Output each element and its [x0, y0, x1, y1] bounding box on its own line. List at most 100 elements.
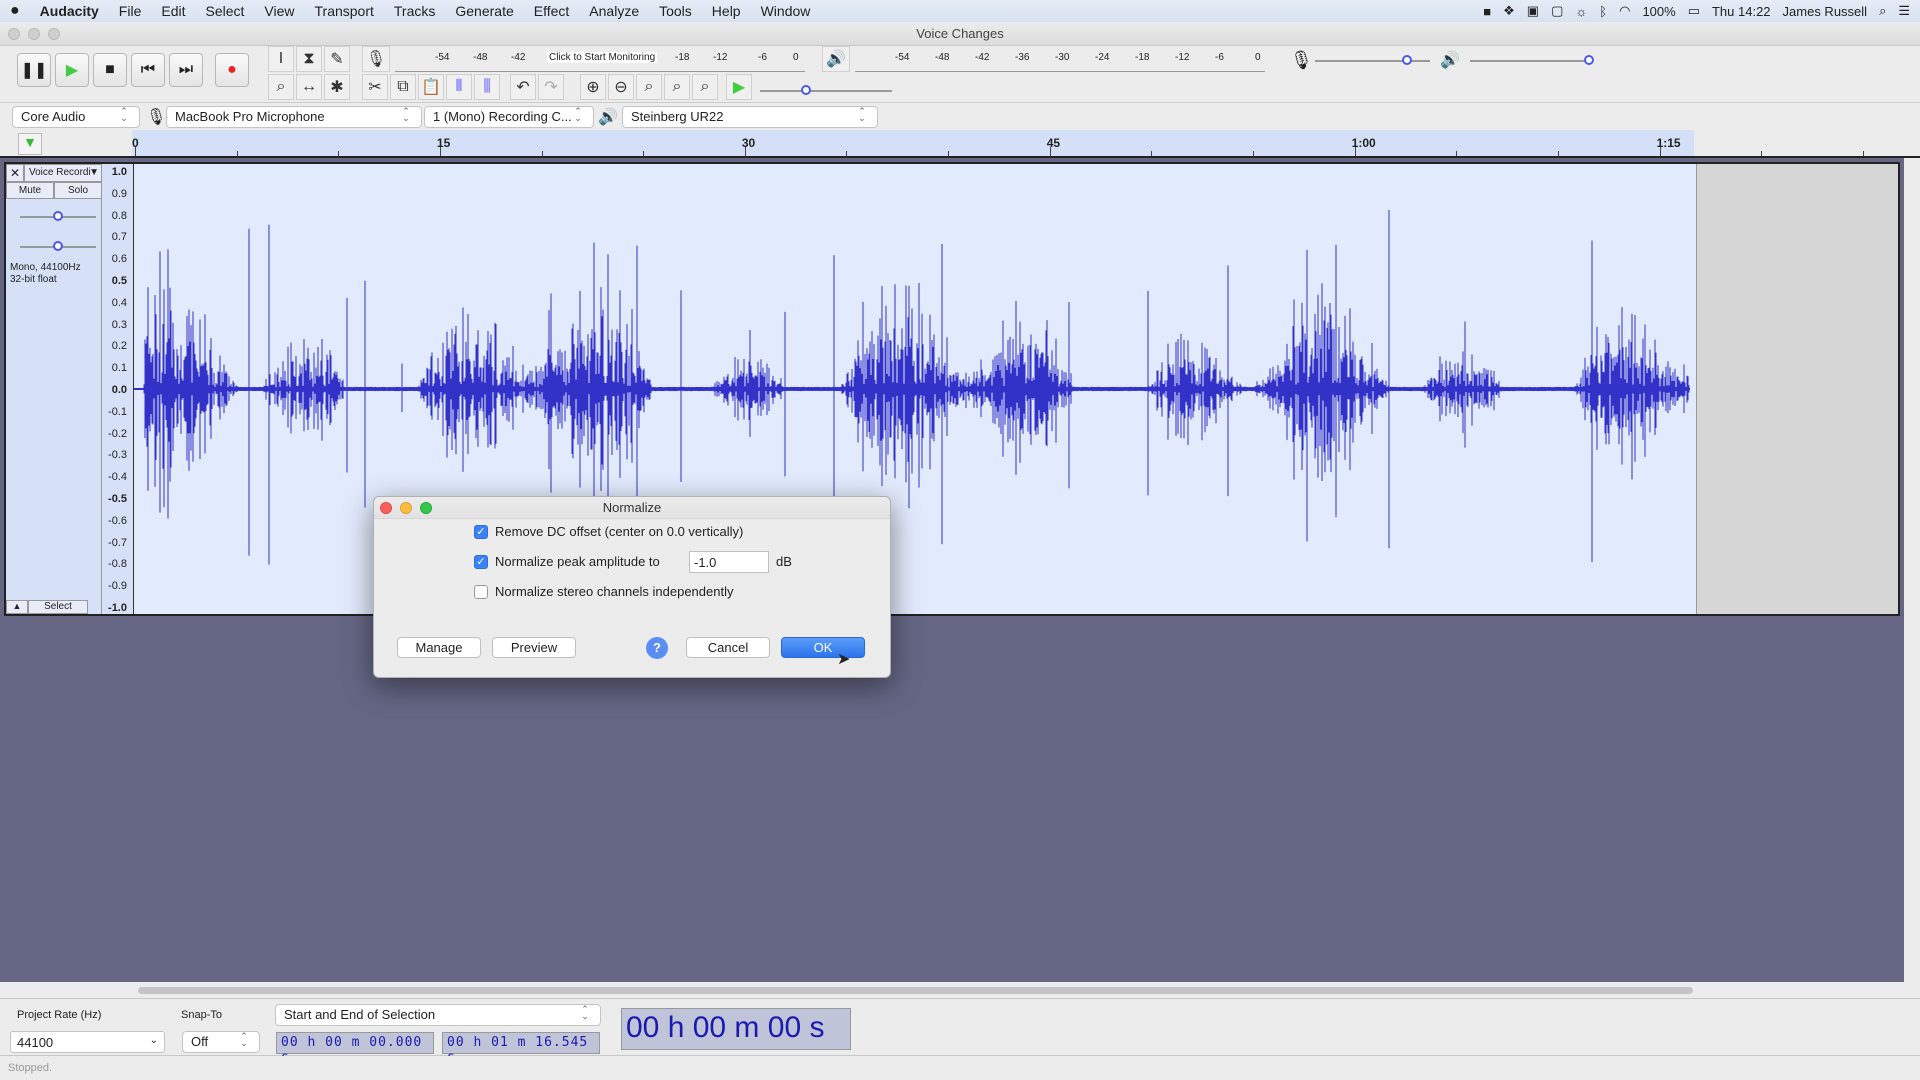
copy-button[interactable]: ⧉	[390, 74, 416, 100]
select-track-button[interactable]: Select	[28, 600, 88, 614]
menu-tracks[interactable]: Tracks	[384, 3, 445, 19]
audio-position-time[interactable]: 00 h 00 m 00 s	[621, 1008, 851, 1050]
skip-start-button[interactable]: ⏮	[131, 53, 165, 87]
zoom-toggle-button[interactable]: ⌕	[692, 74, 718, 100]
remove-dc-offset-label[interactable]: Remove DC offset (center on 0.0 vertical…	[495, 524, 743, 539]
menu-help[interactable]: Help	[702, 3, 751, 19]
selection-tool[interactable]: I	[268, 46, 294, 72]
window-close-button[interactable]	[8, 28, 20, 40]
track-area[interactable]: ✕ Voice Recordi ▼ Mute Solo Mono, 44100Hz…	[0, 158, 1920, 982]
audio-track[interactable]: ✕ Voice Recordi ▼ Mute Solo Mono, 44100Hz…	[4, 162, 1900, 616]
play-button[interactable]: ▶	[55, 53, 89, 87]
slider-thumb[interactable]	[53, 211, 63, 221]
menu-select[interactable]: Select	[195, 3, 254, 19]
menu-tools[interactable]: Tools	[649, 3, 702, 19]
skip-end-button[interactable]: ⏭	[169, 53, 203, 87]
timeshift-tool[interactable]: ↔	[296, 74, 322, 100]
click-to-start-monitoring[interactable]: Click to Start Monitoring	[547, 52, 658, 63]
clock[interactable]: Thu 14:22	[1712, 4, 1771, 19]
pan-slider[interactable]	[20, 241, 96, 251]
menu-view[interactable]: View	[254, 3, 304, 19]
manage-button[interactable]: Manage	[397, 637, 481, 658]
normalize-peak-checkbox[interactable]: ✓	[474, 555, 488, 569]
playback-volume-slider[interactable]	[1470, 55, 1594, 65]
dropbox-icon[interactable]: ❖	[1503, 3, 1515, 19]
ok-button[interactable]: OK	[781, 637, 865, 658]
spotlight-icon[interactable]: ⌕	[1879, 3, 1886, 19]
zoom-icon[interactable]: ■	[1483, 4, 1491, 19]
selection-start-time[interactable]: 00 h 00 m 00.000 s	[276, 1032, 434, 1065]
timeline-band[interactable]	[132, 130, 1694, 156]
window-minimize-button[interactable]	[28, 28, 40, 40]
pause-button[interactable]: ❚❚	[17, 53, 51, 87]
recording-volume-slider[interactable]	[1315, 55, 1430, 65]
dialog-close-button[interactable]	[380, 502, 392, 514]
empty-track-area[interactable]	[1696, 164, 1898, 614]
normalize-stereo-label[interactable]: Normalize stereo channels independently	[495, 584, 733, 599]
menu-window[interactable]: Window	[751, 3, 821, 19]
battery-icon[interactable]: ▭	[1688, 3, 1700, 19]
audio-host-select[interactable]: Core Audio	[12, 106, 140, 128]
bluetooth-icon[interactable]: ᛒ	[1599, 4, 1607, 19]
playback-meter-button[interactable]: 🔊	[822, 46, 850, 72]
help-button[interactable]: ?	[646, 637, 668, 659]
playback-device-select[interactable]: Steinberg UR22	[622, 106, 878, 128]
slider-thumb[interactable]	[53, 241, 63, 251]
cut-button[interactable]: ✂	[362, 74, 388, 100]
menu-app[interactable]: Audacity	[30, 3, 109, 19]
redo-button[interactable]: ↷	[538, 74, 564, 100]
menu-file[interactable]: File	[109, 3, 152, 19]
peak-amplitude-input[interactable]: -1.0	[689, 551, 769, 573]
user-name[interactable]: James Russell	[1783, 4, 1868, 19]
horizontal-scrollbar[interactable]	[0, 982, 1920, 998]
selection-mode-select[interactable]: Start and End of Selection	[275, 1004, 601, 1026]
brightness-icon[interactable]: ☼	[1575, 4, 1587, 19]
pin-playhead-button[interactable]: ▼	[18, 133, 42, 155]
collapse-track-button[interactable]: ▲	[6, 600, 28, 614]
wd-icon[interactable]: ▣	[1527, 3, 1539, 19]
record-button[interactable]: ●	[215, 53, 249, 87]
amplitude-ruler[interactable]: 1.0 0.9 0.8 0.7 0.6 0.5 0.4 0.3 0.2 0.1 0.0 -0.1 -0.…	[102, 164, 134, 614]
slider-thumb[interactable]	[801, 85, 812, 95]
menu-edit[interactable]: Edit	[151, 3, 195, 19]
dialog-minimize-button[interactable]	[400, 502, 412, 514]
snap-to-select[interactable]: Off	[182, 1031, 260, 1053]
fit-project-button[interactable]: ⌕	[664, 74, 690, 100]
cancel-button[interactable]: Cancel	[686, 637, 770, 658]
zoom-in-button[interactable]: ⊕	[580, 74, 606, 100]
remove-dc-offset-checkbox[interactable]: ✓	[474, 525, 488, 539]
envelope-tool[interactable]: ⧗	[296, 46, 322, 72]
mute-button[interactable]: Mute	[6, 182, 54, 199]
draw-tool[interactable]: ✎	[324, 46, 350, 72]
play-at-speed-button[interactable]: ▶	[726, 74, 752, 100]
scrollbar-thumb[interactable]	[138, 987, 1693, 994]
track-menu-button[interactable]: Voice Recordi ▼	[24, 164, 102, 182]
battery-text[interactable]: 100%	[1642, 4, 1675, 19]
stop-button[interactable]: ■	[93, 53, 127, 87]
trim-button[interactable]: ⫴	[446, 74, 472, 100]
paste-button[interactable]: 📋	[418, 74, 444, 100]
menu-generate[interactable]: Generate	[445, 3, 523, 19]
multi-tool[interactable]: ✱	[324, 74, 350, 100]
solo-button[interactable]: Solo	[54, 182, 102, 199]
waveform[interactable]	[134, 164, 1696, 614]
dialog-zoom-button[interactable]	[420, 502, 432, 514]
normalize-peak-label[interactable]: Normalize peak amplitude to	[495, 554, 660, 569]
gain-slider[interactable]	[20, 211, 96, 221]
normalize-stereo-checkbox[interactable]	[474, 585, 488, 599]
slider-thumb[interactable]	[1584, 55, 1594, 65]
zoom-out-button[interactable]: ⊖	[608, 74, 634, 100]
window-zoom-button[interactable]	[48, 28, 60, 40]
vertical-scrollbar[interactable]	[1904, 158, 1920, 982]
menu-transport[interactable]: Transport	[305, 3, 384, 19]
zoom-tool[interactable]: ⌕	[268, 74, 294, 100]
playback-meter[interactable]: -54 -48 -42 -36 -30 -24 -18 -12 -6 0	[855, 48, 1265, 72]
track-close-button[interactable]: ✕	[6, 164, 24, 182]
menu-analyze[interactable]: Analyze	[579, 3, 649, 19]
notification-center-icon[interactable]: ☰	[1898, 3, 1910, 19]
selection-end-time[interactable]: 00 h 01 m 16.545 s	[442, 1032, 600, 1065]
recording-device-select[interactable]: MacBook Pro Microphone	[166, 106, 422, 128]
undo-button[interactable]: ↶	[510, 74, 536, 100]
record-meter[interactable]: -54 -48 -42 Click to Start Monitoring -1…	[395, 48, 805, 72]
apple-icon[interactable]: ●	[0, 2, 30, 20]
